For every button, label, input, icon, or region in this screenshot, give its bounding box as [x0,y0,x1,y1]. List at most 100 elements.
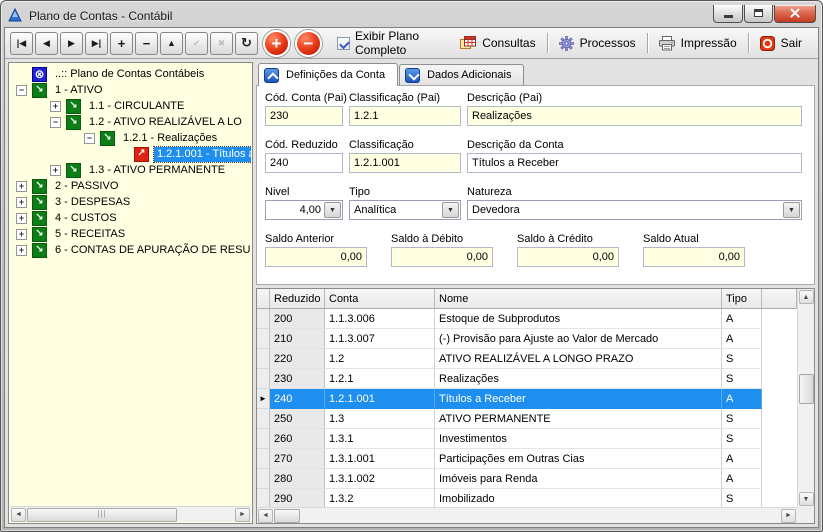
column-header-reduzido[interactable]: Reduzido [270,289,325,309]
collapse-icon[interactable]: − [84,133,95,144]
table-row[interactable]: 2101.1.3.007(-) Provisão para Ajuste ao … [257,329,797,349]
grid-hscrollbar-thumb[interactable] [274,509,300,523]
table-row[interactable]: 2001.1.3.006Estoque de SubprodutosA [257,309,797,329]
consultas-button[interactable]: Consultas [449,28,546,58]
impressao-button[interactable]: Impressão [648,28,748,58]
table-row[interactable]: 2901.3.2ImobilizadoS [257,489,797,507]
saldo-atual-field[interactable]: 0,00 [643,247,745,267]
grid-horizontal-scrollbar[interactable]: ◄ ► [257,507,797,523]
close-button[interactable] [774,5,816,23]
tree-item-label: 1.2.1 - Realizações [120,131,220,146]
tree-item[interactable]: ⊗..:: Plano de Contas Contábeis [10,66,251,82]
tree-item[interactable]: −↘1.2 - ATIVO REALIZÁVEL A LO [10,114,251,130]
tree-item[interactable]: ↗1.2.1.001 - Títulos a [10,146,251,162]
tree-item[interactable]: +↘6 - CONTAS DE APURAÇÃO DE RESU [10,242,251,258]
table-row[interactable]: ►2401.2.1.001Títulos a ReceberA [257,389,797,409]
cell-reduzido: 240 [270,389,325,409]
cell-conta: 1.1.3.006 [325,309,435,329]
tree-item-label: 1.3 - ATIVO PERMANENTE [86,163,228,178]
column-header-nome[interactable]: Nome [435,289,722,309]
cod-conta-pai-field[interactable]: 230 [265,106,343,126]
column-header-tipo[interactable]: Tipo [722,289,762,309]
scroll-right-arrow[interactable]: ► [235,508,250,522]
tab-definicoes-da-conta[interactable]: Definições da Conta [258,63,398,86]
saldo-credito-field-label: Saldo à Crédito [517,233,619,247]
nav-first-button[interactable]: |◀ [10,32,33,55]
column-header-conta[interactable]: Conta [325,289,435,309]
nav-cancel-button[interactable]: ✖ [210,32,233,55]
nav-prior-button[interactable]: ◀ [35,32,58,55]
scroll-down-arrow[interactable]: ▼ [799,492,814,506]
nivel-combo[interactable]: 4,00▼ [265,200,343,220]
table-row[interactable]: 2501.3ATIVO PERMANENTES [257,409,797,429]
saldo-debito-field[interactable]: 0,00 [391,247,493,267]
tree-item[interactable]: +↘4 - CUSTOS [10,210,251,226]
nav-edit-button[interactable]: ▲ [160,32,183,55]
scroll-left-arrow[interactable]: ◄ [11,508,26,522]
table-row[interactable]: 2201.2ATIVO REALIZÁVEL A LONGO PRAZOS [257,349,797,369]
expand-icon[interactable]: + [50,101,61,112]
tree-horizontal-scrollbar[interactable]: ◄ ||| ► [10,506,251,522]
cod-conta-pai-field-label: Cód. Conta (Pai) [265,92,343,106]
cod-reduzido-field[interactable]: 240 [265,153,343,173]
grid-vertical-scrollbar[interactable]: ▲ ▼ [797,289,814,507]
sair-button[interactable]: Sair [749,28,813,58]
expand-icon[interactable]: + [16,197,27,208]
tree-scrollbar-thumb[interactable]: ||| [27,508,177,522]
collapse-icon[interactable]: − [16,85,27,96]
tab-dados-adicionais[interactable]: Dados Adicionais [399,64,524,85]
table-row[interactable]: 2301.2.1RealizaçõesS [257,369,797,389]
grid-vscrollbar-thumb[interactable] [799,374,814,404]
expand-icon[interactable]: + [50,165,61,176]
classificacao-pai-field[interactable]: 1.2.1 [349,106,461,126]
title-bar[interactable]: Plano de Contas - Contábil [4,4,819,27]
natureza-combo[interactable]: Devedora▼ [467,200,802,220]
nav-next-button[interactable]: ▶ [60,32,83,55]
tree-item[interactable]: −↘1 - ATIVO [10,82,251,98]
table-row[interactable]: 2601.3.1InvestimentosS [257,429,797,449]
exibir-plano-completo-toggle[interactable]: Exibir Plano Completo [337,29,446,57]
green-node-icon: ↘ [32,243,47,258]
tree-item[interactable]: +↘5 - RECEITAS [10,226,251,242]
add-node-button[interactable]: + [263,30,290,57]
descricao-da-conta-field[interactable]: Títulos a Receber [467,153,802,173]
tree-item[interactable]: +↘2 - PASSIVO [10,178,251,194]
table-row[interactable]: 2701.3.1.001Participações em Outras Cias… [257,449,797,469]
nav-post-button[interactable]: ✔ [185,32,208,55]
nav-delete-button[interactable]: − [135,32,158,55]
minimize-button[interactable] [713,5,743,23]
power-icon [760,36,775,51]
remove-node-button[interactable]: − [295,30,322,57]
tree-item[interactable]: −↘1.2.1 - Realizações [10,130,251,146]
chevron-down-icon[interactable]: ▼ [324,202,341,218]
expand-icon[interactable]: + [16,213,27,224]
table-row[interactable]: 2801.3.1.002Imóveis para RendaA [257,469,797,489]
nav-refresh-button[interactable]: ↻ [235,32,258,55]
checkbox-label: Exibir Plano Completo [355,29,446,57]
tree-item[interactable]: +↘1.1 - CIRCULANTE [10,98,251,114]
expand-icon[interactable]: + [16,181,27,192]
tree-item[interactable]: +↘1.3 - ATIVO PERMANENTE [10,162,251,178]
checkbox-icon[interactable] [337,37,350,50]
processos-button[interactable]: Processos [548,28,647,58]
descricao-pai-field[interactable]: Realizações [467,106,802,126]
row-indicator [257,309,270,329]
chevron-down-icon[interactable]: ▼ [442,202,459,218]
expand-icon[interactable]: + [16,229,27,240]
maximize-button[interactable] [744,5,773,23]
chevron-down-icon[interactable]: ▼ [783,202,800,218]
scroll-up-arrow[interactable]: ▲ [799,290,814,304]
saldo-anterior-field[interactable]: 0,00 [265,247,367,267]
nav-insert-button[interactable]: + [110,32,133,55]
scroll-track[interactable] [799,304,814,492]
nav-last-button[interactable]: ▶| [85,32,108,55]
collapse-icon[interactable]: − [50,117,61,128]
tree-item-label: 1.2 - ATIVO REALIZÁVEL A LO [86,115,245,130]
classificacao-field[interactable]: 1.2.1.001 [349,153,461,173]
saldo-credito-field[interactable]: 0,00 [517,247,619,267]
tree-item[interactable]: +↘3 - DESPESAS [10,194,251,210]
scroll-left-arrow[interactable]: ◄ [258,509,273,523]
expand-icon[interactable]: + [16,245,27,256]
tipo-combo[interactable]: Analítica▼ [349,200,461,220]
scroll-right-arrow[interactable]: ► [781,509,796,523]
